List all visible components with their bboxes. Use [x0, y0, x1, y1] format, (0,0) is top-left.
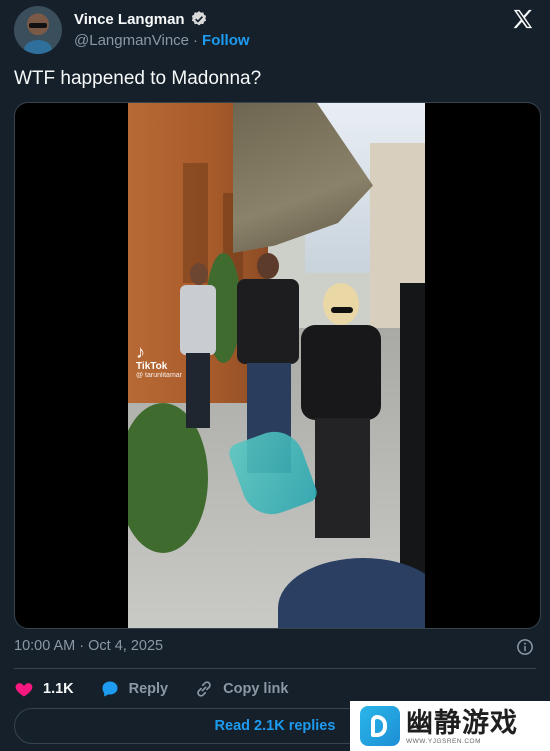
heart-icon	[15, 683, 33, 697]
like-count: 1.1K	[43, 681, 74, 697]
tiktok-watermark: ♪ TikTok @ tarunlitamar	[136, 343, 182, 379]
author-handle-row: @LangmanVince · Follow	[74, 32, 250, 49]
divider	[14, 668, 536, 669]
watermark-logo-icon	[360, 706, 400, 746]
verified-badge-icon	[191, 11, 206, 26]
person-left	[178, 263, 218, 433]
timestamp-row: 10:00 AM · Oct 4, 2025	[14, 638, 536, 660]
like-button[interactable]: 1.1K	[14, 679, 74, 699]
handle-separator: ·	[193, 32, 199, 49]
reply-bubble-icon	[102, 681, 118, 697]
author-handle[interactable]: @LangmanVince	[74, 32, 189, 49]
watermark-url: WWW.YJGSREN.COM	[406, 737, 482, 745]
author-name-row: Vince Langman	[74, 10, 208, 28]
tweet-text: WTF happened to Madonna?	[14, 68, 262, 89]
tweet-header: Vince Langman @LangmanVince · Follow	[14, 6, 536, 54]
tweet-video[interactable]: ♪ TikTok @ tarunlitamar	[14, 102, 541, 629]
tiktok-icon: ♪	[136, 342, 145, 362]
reply-label: Reply	[128, 681, 169, 697]
person-blonde-hair	[293, 283, 388, 543]
read-replies-label: Read 2.1K replies	[214, 718, 336, 734]
site-watermark: 幽静游戏 WWW.YJGSREN.COM	[350, 701, 550, 751]
reply-button[interactable]: Reply	[100, 679, 169, 699]
info-icon[interactable]	[516, 638, 534, 656]
author-name[interactable]: Vince Langman	[74, 11, 185, 28]
video-frame[interactable]: ♪ TikTok @ tarunlitamar	[128, 103, 425, 628]
author-avatar[interactable]	[14, 6, 62, 54]
copy-link-label: Copy link	[223, 681, 289, 697]
follow-button[interactable]: Follow	[202, 32, 250, 49]
watermark-text: 幽静游戏	[406, 707, 518, 738]
tiktok-username: @ tarunlitamar	[136, 372, 183, 379]
tiktok-brand: TikTok	[136, 361, 168, 372]
x-logo-icon[interactable]	[512, 8, 534, 30]
action-bar: 1.1K Reply Copy link	[14, 676, 314, 702]
copy-link-button[interactable]: Copy link	[194, 679, 288, 699]
link-icon	[197, 681, 211, 697]
tweet-timestamp[interactable]: 10:00 AM · Oct 4, 2025	[14, 638, 163, 654]
